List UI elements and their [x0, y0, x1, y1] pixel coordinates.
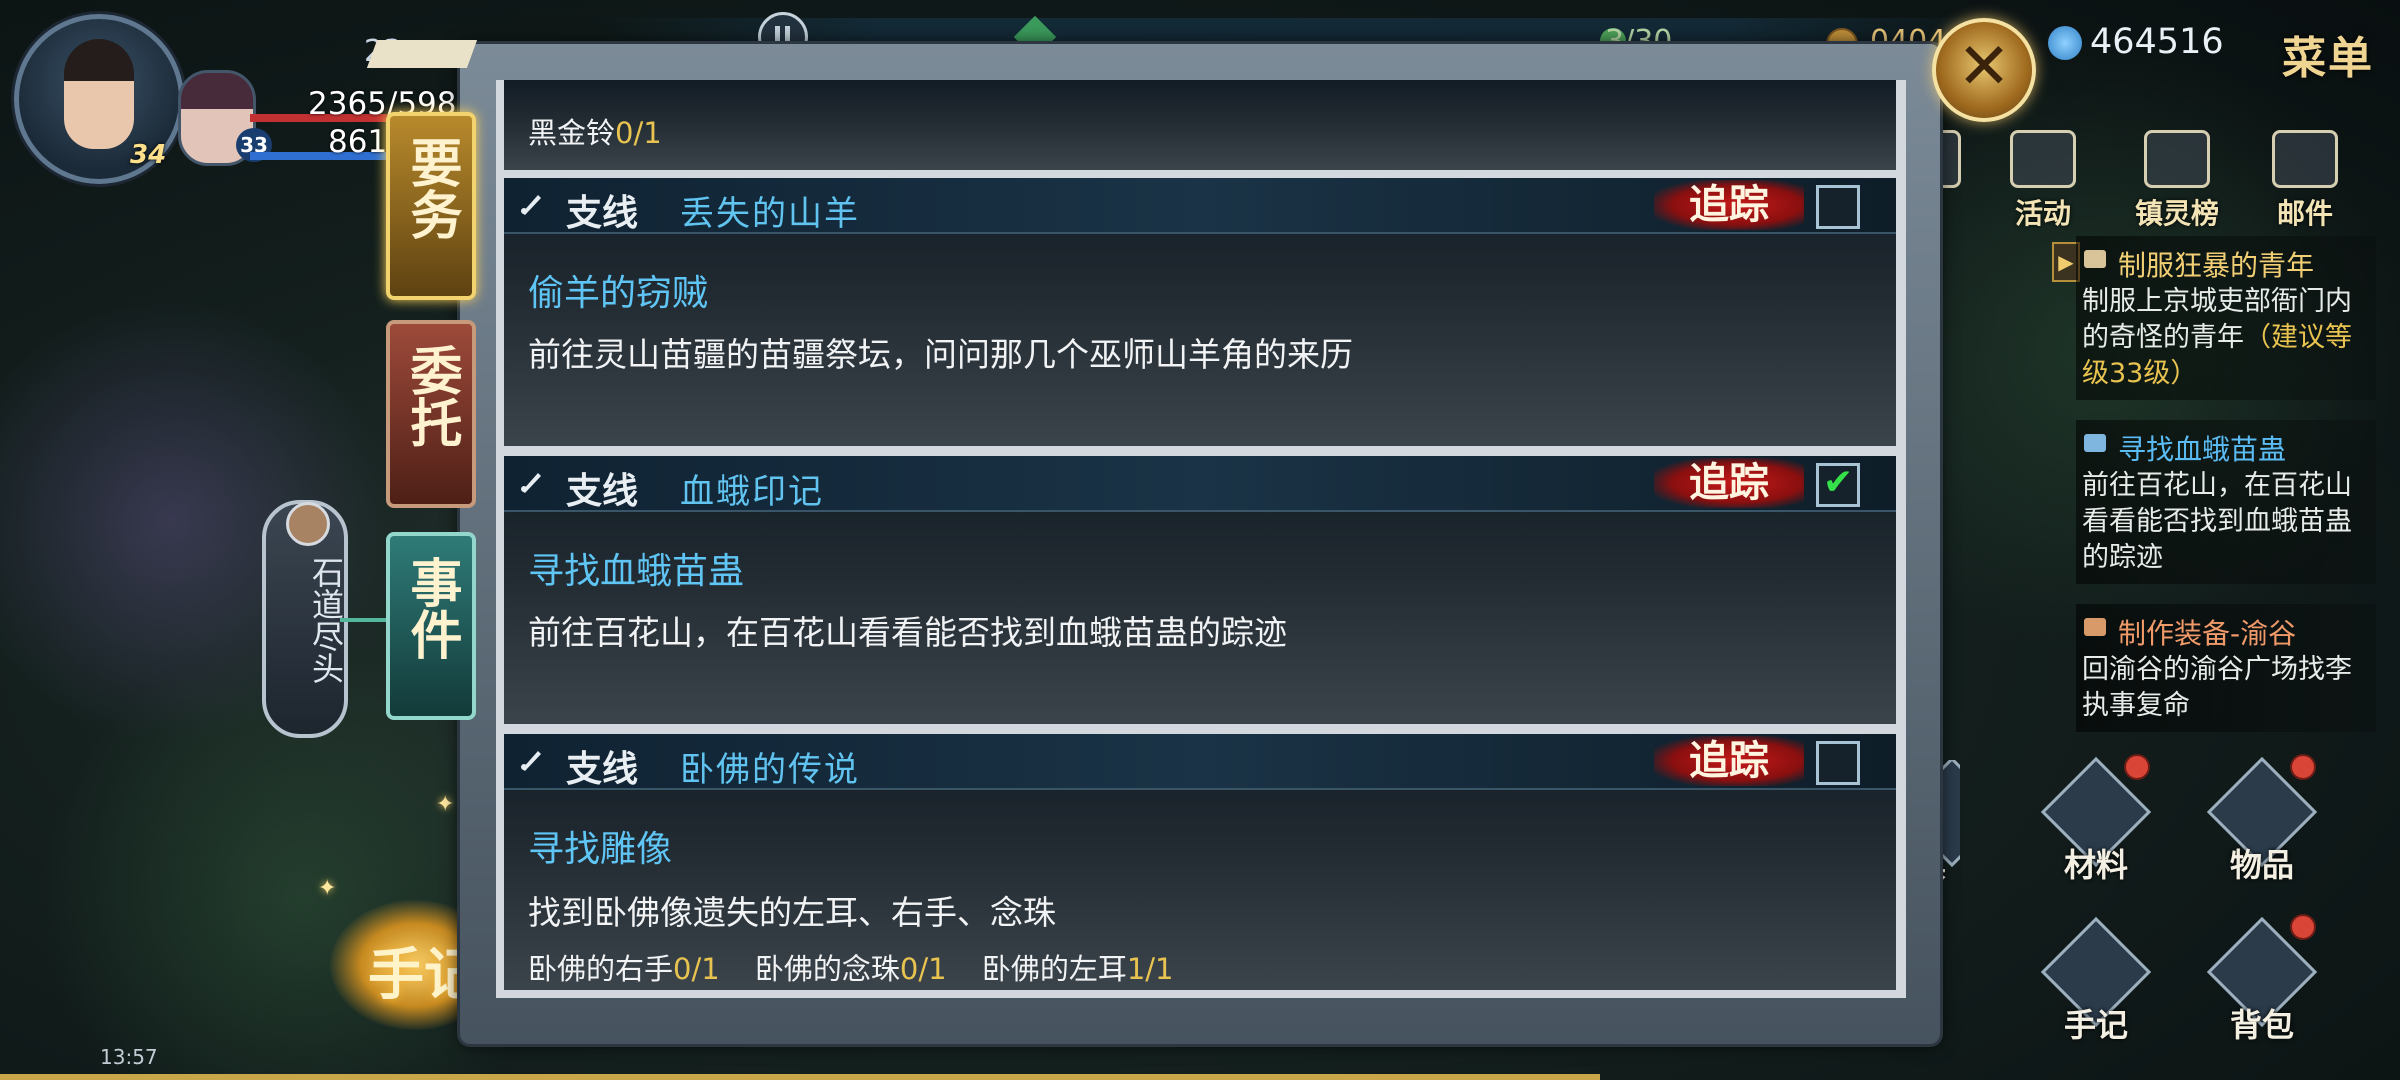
menu-button[interactable]: 菜单 [2282, 22, 2374, 86]
status-clock: 13:57 [100, 1045, 158, 1069]
progress-item-name: 黑金铃 [528, 116, 616, 150]
tab-commissions-label: 委托 [401, 344, 462, 448]
tab-events[interactable]: 事件 [386, 532, 476, 720]
tab-commissions[interactable]: 委托 [386, 320, 476, 508]
progress-item-name: 卧佛的右手 [528, 952, 674, 986]
quest-card[interactable]: 支线 丢失的山羊 追踪 偷羊的窃贼 前往灵山苗疆的苗疆祭坛，问问那几个巫师山羊角… [504, 178, 1896, 446]
tracked-quest[interactable]: 制服狂暴的青年 制服上京城吏部衙门内的奇怪的青年（建议等级33级） [2076, 236, 2376, 400]
quill-icon [521, 751, 541, 771]
quest-type-label: 支线 [566, 192, 639, 234]
exp-bar [0, 1074, 1600, 1080]
progress-entry: 卧佛的念珠0/1 [755, 952, 947, 986]
gift-icon [2010, 130, 2076, 188]
ranking-label: 镇灵榜 [2134, 197, 2219, 230]
notification-dot [2290, 754, 2316, 780]
event-node[interactable]: 石道尽头 [262, 500, 348, 738]
track-button[interactable]: 追踪 [1654, 180, 1804, 230]
track-button[interactable]: 追踪 [1654, 458, 1804, 508]
ranking-button[interactable]: 镇灵榜 [2132, 130, 2222, 232]
quest-title: 寻找雕像 [528, 829, 673, 870]
quest-chain-name: 血蛾印记 [680, 472, 824, 512]
backpack-button[interactable]: 背包 [2202, 914, 2322, 1044]
event-node-label: 石道尽头 [307, 556, 345, 684]
quest-card-header: 支线 丢失的山羊 追踪 [504, 178, 1896, 234]
quest-description: 找到卧佛像遗失的左耳、右手、念珠 [528, 893, 1056, 932]
quest-type-label: 支线 [566, 748, 639, 790]
tracked-quest[interactable]: 寻找血蛾苗蛊 前往百花山，在百花山看看能否找到血蛾苗蛊的踪迹 [2076, 420, 2376, 584]
progress-entry: 卧佛的左耳1/1 [982, 952, 1174, 986]
close-icon: ✕ [1957, 30, 2011, 104]
tracked-quest-title: 制作装备-渝谷 [2118, 617, 2297, 650]
quest-card[interactable]: 支线 卧佛的传说 追踪 寻找雕像 找到卧佛像遗失的左耳、右手、念珠 卧佛的右手0… [504, 734, 1896, 990]
quest-progress: 黑金铃0/1 [528, 110, 662, 152]
tab-main-quests-label: 要务 [401, 136, 462, 240]
quest-title: 寻找血蛾苗蛊 [528, 551, 745, 592]
tracked-quest-desc: 前往百花山，在百花山看看能否找到血蛾苗蛊的踪迹 [2082, 470, 2352, 573]
sparkle-icon: ✦ [436, 792, 455, 817]
progress-item-name: 卧佛的左耳 [981, 952, 1127, 986]
tab-events-label: 事件 [401, 556, 462, 660]
mp-text: 861 [328, 124, 388, 160]
quest-description: 前往百花山，在百花山看看能否找到血蛾苗蛊的踪迹 [528, 613, 1287, 652]
activity-button[interactable]: 活动 [1998, 130, 2088, 232]
quill-icon [521, 473, 541, 493]
progress-item-count: 0/1 [899, 952, 947, 986]
track-checkbox[interactable] [1816, 185, 1860, 229]
progress-item-name: 卧佛的念珠 [754, 952, 900, 986]
activity-label: 活动 [2014, 197, 2071, 230]
quest-card-header: 支线 血蛾印记 追踪 [504, 456, 1896, 512]
track-checkbox[interactable] [1816, 741, 1860, 785]
npc-avatar [286, 502, 330, 546]
mail-button[interactable]: 邮件 [2260, 130, 2350, 232]
quest-chain-name: 丢失的山羊 [680, 194, 860, 234]
quest-card-header: 支线 卧佛的传说 追踪 [504, 734, 1896, 790]
mail-label: 邮件 [2276, 197, 2333, 230]
close-button[interactable]: ✕ [1932, 18, 2036, 122]
notification-dot [2124, 754, 2150, 780]
quest-tracker: 制服狂暴的青年 制服上京城吏部衙门内的奇怪的青年（建议等级33级） 寻找血蛾苗蛊… [2076, 236, 2376, 752]
journal-label: 手记 [2063, 1006, 2128, 1044]
quest-type-label: 支线 [566, 470, 639, 512]
spirit-jade-icon [2048, 26, 2082, 60]
items-button[interactable]: 物品 [2202, 754, 2322, 884]
quest-progress: 卧佛的右手0/1 卧佛的念珠0/1 卧佛的左耳1/1 [528, 946, 1200, 988]
tracked-quest-title: 制服狂暴的青年 [2118, 249, 2315, 282]
track-checkbox[interactable] [1816, 462, 1860, 507]
progress-item-count: 0/1 [673, 952, 720, 986]
currency-value: 464516 [2090, 22, 2224, 62]
event-connector-line [340, 618, 386, 622]
quest-chain-name: 卧佛的传说 [680, 750, 860, 790]
tracked-quest-title: 寻找血蛾苗蛊 [2118, 433, 2287, 466]
tracked-quest[interactable]: 制作装备-渝谷 回渝谷的渝谷广场找李执事复命 [2076, 604, 2376, 732]
materials-button[interactable]: 材料 [2036, 754, 2156, 884]
scroll-icon [2084, 250, 2106, 268]
tracked-quest-desc: 制服上京城吏部衙门内的奇怪的青年（建议等级33级） [2082, 284, 2370, 392]
tracked-quest-desc: 回渝谷的渝谷广场找李执事复命 [2082, 654, 2352, 721]
scroll-cap-decoration [366, 40, 478, 68]
progress-entry: 卧佛的右手0/1 [528, 952, 720, 986]
materials-label: 材料 [2063, 846, 2128, 884]
scroll-icon [2084, 618, 2106, 636]
notification-dot [2290, 914, 2316, 940]
quest-description: 前往灵山苗疆的苗疆祭坛，问问那几个巫师山羊角的来历 [528, 335, 1353, 374]
backpack-label: 背包 [2229, 1006, 2294, 1044]
mail-icon [2272, 130, 2338, 188]
player-avatar [64, 39, 134, 149]
quest-title: 偷羊的窃贼 [528, 273, 709, 314]
journal-button[interactable]: 手记 [2036, 916, 2156, 1044]
track-button[interactable]: 追踪 [1654, 736, 1804, 786]
quill-icon [521, 195, 541, 215]
progress-item-count: 0/1 [615, 116, 662, 150]
tab-main-quests[interactable]: 要务 [386, 112, 476, 300]
player-level: 34 [130, 140, 167, 170]
feather-icon [2084, 434, 2106, 452]
pagoda-icon [2144, 130, 2210, 188]
quest-card[interactable]: 支线 血蛾印记 追踪 寻找血蛾苗蛊 前往百花山，在百花山看看能否找到血蛾苗蛊的踪… [504, 456, 1896, 724]
items-label: 物品 [2229, 846, 2294, 884]
quest-card-partial: 黑金铃0/1 [504, 80, 1896, 170]
progress-item-count: 1/1 [1126, 952, 1174, 986]
sparkle-icon: ✦ [318, 876, 337, 901]
